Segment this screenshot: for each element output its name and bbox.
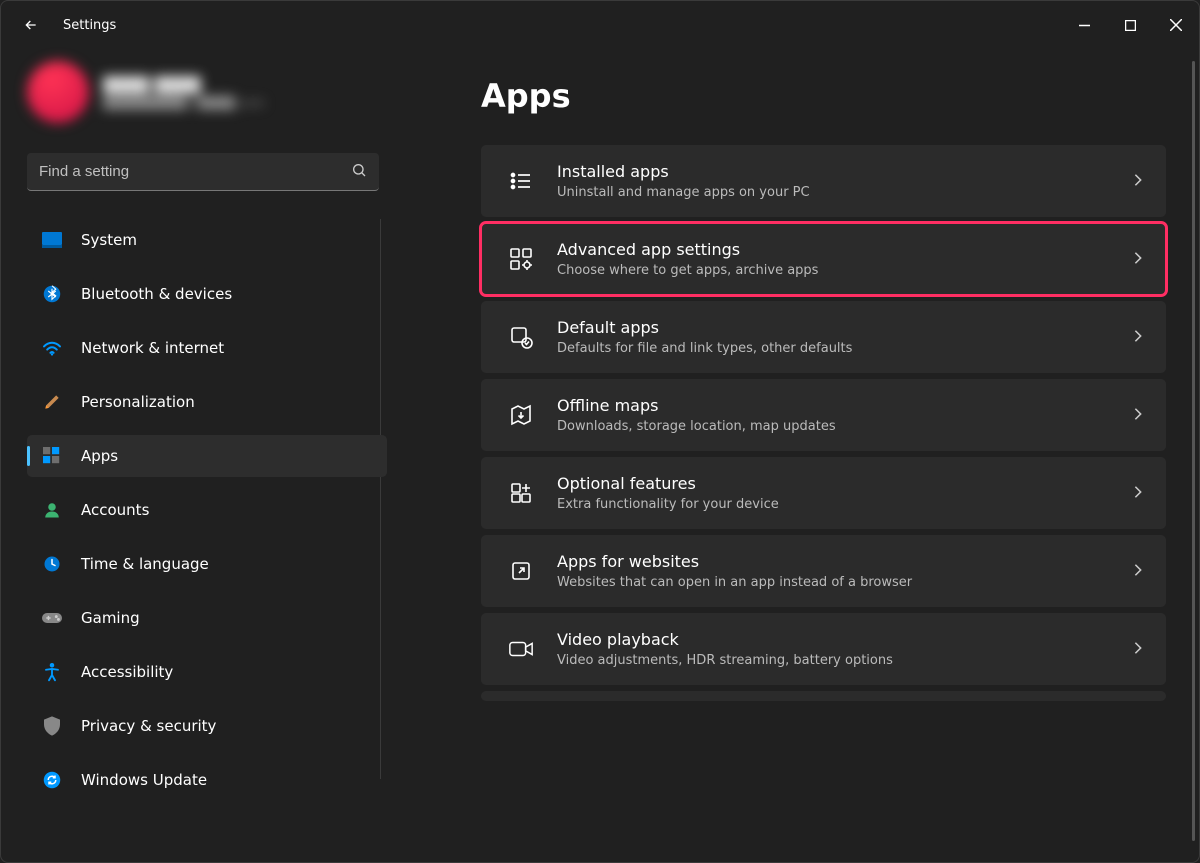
sidebar-item-label: Bluetooth & devices [81,285,232,303]
back-button[interactable] [19,13,43,37]
card-subtitle: Extra functionality for your device [557,496,1132,514]
sidebar-item-time[interactable]: Time & language [27,543,387,585]
search-box[interactable] [27,153,379,191]
search-icon [351,162,367,182]
sidebar-item-network[interactable]: Network & internet [27,327,387,369]
card-subtitle: Downloads, storage location, map updates [557,418,1132,436]
video-icon [503,639,539,659]
sidebar-item-label: Accessibility [81,663,173,681]
card-offline-maps[interactable]: Offline mapsDownloads, storage location,… [481,379,1166,451]
card-subtitle: Choose where to get apps, archive apps [557,262,1132,280]
titlebar: Settings [1,1,1199,49]
window-controls [1061,1,1199,49]
sidebar-item-label: Time & language [81,555,209,573]
chevron-right-icon [1132,172,1144,191]
vertical-scrollbar[interactable] [1192,61,1195,841]
paintbrush-icon [41,391,63,413]
profile-email: █████████@████.com [103,96,264,110]
card-title: Installed apps [557,160,1132,183]
card-advanced-app-settings[interactable]: Advanced app settingsChoose where to get… [481,223,1166,295]
maximize-button[interactable] [1107,1,1153,49]
map-download-icon [503,403,539,427]
card-installed-apps[interactable]: Installed appsUninstall and manage apps … [481,145,1166,217]
apps-icon [41,445,63,467]
clock-icon [41,553,63,575]
card-apps-for-websites[interactable]: Apps for websitesWebsites that can open … [481,535,1166,607]
chevron-right-icon [1132,406,1144,425]
nav-list: System Bluetooth & devices Network & int… [27,219,411,801]
sidebar-item-accounts[interactable]: Accounts [27,489,387,531]
update-icon [41,769,63,791]
sidebar-item-label: Apps [81,447,118,465]
sidebar-item-label: Gaming [81,609,140,627]
minimize-button[interactable] [1061,1,1107,49]
main-pane: Apps Installed appsUninstall and manage … [411,49,1199,862]
sidebar-item-personalization[interactable]: Personalization [27,381,387,423]
card-partial[interactable] [481,691,1166,701]
card-default-apps[interactable]: Default appsDefaults for file and link t… [481,301,1166,373]
card-title: Advanced app settings [557,238,1132,261]
wifi-icon [41,337,63,359]
settings-cards: Installed appsUninstall and manage apps … [481,145,1166,701]
gamepad-icon [41,607,63,629]
card-title: Video playback [557,628,1132,651]
default-app-icon [503,325,539,349]
chevron-right-icon [1132,328,1144,347]
sidebar-item-privacy[interactable]: Privacy & security [27,705,387,747]
window-title: Settings [63,18,116,33]
close-button[interactable] [1153,1,1199,49]
chevron-right-icon [1132,640,1144,659]
avatar [27,61,89,123]
sidebar-item-label: Windows Update [81,771,207,789]
card-subtitle: Defaults for file and link types, other … [557,340,1132,358]
card-video-playback[interactable]: Video playbackVideo adjustments, HDR str… [481,613,1166,685]
sidebar-item-accessibility[interactable]: Accessibility [27,651,387,693]
monitor-icon [41,229,63,251]
shield-icon [41,715,63,737]
sidebar-item-label: Accounts [81,501,149,519]
card-subtitle: Video adjustments, HDR streaming, batter… [557,652,1132,670]
sidebar-item-system[interactable]: System [27,219,387,261]
card-subtitle: Uninstall and manage apps on your PC [557,184,1132,202]
sidebar-item-label: System [81,231,137,249]
sidebar-item-label: Privacy & security [81,717,216,735]
apps-gear-icon [503,247,539,271]
card-title: Default apps [557,316,1132,339]
accessibility-icon [41,661,63,683]
card-title: Optional features [557,472,1132,495]
page-title: Apps [481,77,1179,115]
chevron-right-icon [1132,562,1144,581]
chevron-right-icon [1132,484,1144,503]
sidebar-item-update[interactable]: Windows Update [27,759,387,801]
person-icon [41,499,63,521]
search-input[interactable] [39,163,351,180]
profile-block[interactable]: ████ ████ █████████@████.com [27,61,411,123]
list-icon [503,169,539,193]
card-subtitle: Websites that can open in an app instead… [557,574,1132,592]
sidebar-item-gaming[interactable]: Gaming [27,597,387,639]
sidebar: ████ ████ █████████@████.com System Blue… [1,49,411,862]
add-feature-icon [503,481,539,505]
chevron-right-icon [1132,250,1144,269]
card-title: Apps for websites [557,550,1132,573]
card-optional-features[interactable]: Optional featuresExtra functionality for… [481,457,1166,529]
sidebar-item-label: Network & internet [81,339,224,357]
open-external-icon [503,559,539,583]
bluetooth-icon [41,283,63,305]
sidebar-item-apps[interactable]: Apps [27,435,387,477]
sidebar-item-label: Personalization [81,393,195,411]
card-title: Offline maps [557,394,1132,417]
profile-name: ████ ████ [103,75,264,96]
sidebar-item-bluetooth[interactable]: Bluetooth & devices [27,273,387,315]
